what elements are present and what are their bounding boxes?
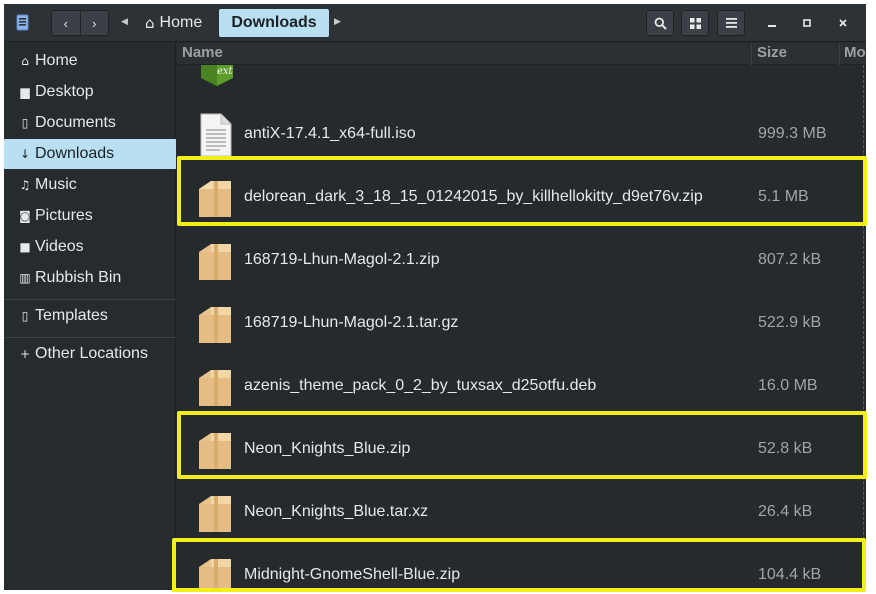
video-icon: ■ xyxy=(19,240,31,254)
archive-box-icon xyxy=(199,370,231,406)
archive-box-icon xyxy=(199,559,231,590)
minimize-button[interactable] xyxy=(758,10,786,36)
column-divider xyxy=(839,43,840,65)
file-name: Neon_Knights_Blue.zip xyxy=(244,439,411,457)
sidebar-item-label: Videos xyxy=(35,238,84,255)
triangle-right-icon[interactable]: ▶ xyxy=(334,16,341,27)
app-icon xyxy=(16,14,29,31)
header-bar: ‹ › ◀ ⌂ Home Downloads ▶ xyxy=(4,4,866,42)
breadcrumb-home-label: Home xyxy=(159,14,203,31)
file-row[interactable]: Neon_Knights_Blue.zip 52.8 kB xyxy=(177,417,866,480)
file-name: Neon_Knights_Blue.tar.xz xyxy=(244,502,429,520)
sidebar-item-home[interactable]: ⌂ Home xyxy=(4,46,176,76)
file-name: antiX-17.4.1_x64-full.iso xyxy=(244,124,416,142)
folder-icon: ▆ xyxy=(20,85,30,99)
breadcrumb-current[interactable]: Downloads xyxy=(219,9,329,37)
file-row[interactable]: delorean_dark_3_18_15_01242015_by_killhe… xyxy=(177,165,866,228)
file-size: 16.0 MB xyxy=(758,376,818,394)
camera-icon: ◙ xyxy=(19,209,31,223)
sidebar-item-label: Home xyxy=(35,52,78,69)
home-icon: ⌂ xyxy=(145,14,155,32)
column-modified[interactable]: Mo xyxy=(844,44,866,61)
triangle-left-icon[interactable]: ◀ xyxy=(121,16,128,27)
sidebar-divider xyxy=(4,299,176,300)
file-manager-window: ‹ › ◀ ⌂ Home Downloads ▶ ⌂ Home ▆ Deskto… xyxy=(4,4,866,590)
sidebar-item-label: Music xyxy=(35,176,77,193)
chevron-right-icon[interactable]: › xyxy=(81,11,109,35)
sidebar-item-label: Templates xyxy=(35,307,108,324)
close-icon xyxy=(839,19,847,27)
archive-box-icon xyxy=(199,181,231,217)
sidebar-item-music[interactable]: ♫ Music xyxy=(4,170,176,200)
maximize-icon xyxy=(803,19,811,27)
file-name: azenis_theme_pack_0_2_by_tuxsax_d25otfu.… xyxy=(244,376,597,394)
file-name: delorean_dark_3_18_15_01242015_by_killhe… xyxy=(244,187,703,205)
grid-view-icon xyxy=(689,17,701,29)
svg-text:ext: ext xyxy=(217,66,234,77)
maximize-button[interactable] xyxy=(793,10,821,36)
search-icon xyxy=(654,17,667,30)
file-size: 999.3 MB xyxy=(758,124,827,142)
sidebar-item-desktop[interactable]: ▆ Desktop xyxy=(4,77,176,107)
breadcrumb-home[interactable]: ⌂ Home xyxy=(139,10,208,36)
sidebar-item-other-locations[interactable]: + Other Locations xyxy=(4,339,176,369)
file-row[interactable]: antiX-17.4.1_x64-full.iso 999.3 MB xyxy=(177,102,866,165)
file-size: 807.2 kB xyxy=(758,250,822,268)
disc-image-icon xyxy=(200,113,232,157)
file-size: 26.4 kB xyxy=(758,502,813,520)
archive-box-icon xyxy=(199,307,231,343)
trash-icon: ▥ xyxy=(19,271,31,285)
sidebar-item-videos[interactable]: ■ Videos xyxy=(4,232,176,262)
file-row[interactable]: Neon_Knights_Blue.tar.xz 26.4 kB xyxy=(177,480,866,543)
sidebar-item-label: Other Locations xyxy=(35,345,148,362)
archive-box-icon xyxy=(199,244,231,280)
grid-view-button[interactable] xyxy=(681,10,709,36)
template-icon: ▯ xyxy=(21,309,29,323)
sidebar-item-downloads[interactable]: ↓ Downloads xyxy=(4,139,176,169)
sidebar-item-rubbish-bin[interactable]: ▥ Rubbish Bin xyxy=(4,263,176,293)
file-size: 522.9 kB xyxy=(758,313,822,331)
file-row[interactable]: azenis_theme_pack_0_2_by_tuxsax_d25otfu.… xyxy=(177,354,866,417)
file-name: Midnight-GnomeShell-Blue.zip xyxy=(244,565,461,583)
archive-box-icon xyxy=(199,433,231,469)
list-edge xyxy=(863,65,864,590)
menu-button[interactable] xyxy=(717,10,745,36)
file-size: 52.8 kB xyxy=(758,439,813,457)
sidebar-item-label: Pictures xyxy=(35,207,93,224)
sidebar-item-label: Documents xyxy=(35,114,116,131)
file-list: Name Size Mo ext Oracle_VM_VirtualBox_Ex… xyxy=(177,43,866,590)
archive-box-icon xyxy=(199,496,231,532)
sidebar-item-label: Downloads xyxy=(35,145,115,162)
file-row[interactable]: 168719-Lhun-Magol-2.1.tar.gz 522.9 kB xyxy=(177,291,866,354)
sidebar-item-label: Desktop xyxy=(35,83,94,100)
sidebar-item-templates[interactable]: ▯ Templates xyxy=(4,301,176,331)
music-icon: ♫ xyxy=(19,178,31,192)
column-header: Name Size Mo xyxy=(177,43,866,65)
minimize-icon xyxy=(768,25,776,27)
sidebar-divider xyxy=(4,337,176,338)
file-size: 5.1 MB xyxy=(758,187,809,205)
sidebar-item-label: Rubbish Bin xyxy=(35,269,122,286)
column-size[interactable]: Size xyxy=(757,44,787,61)
column-name[interactable]: Name xyxy=(182,44,223,61)
plus-icon: + xyxy=(19,347,31,361)
home-icon: ⌂ xyxy=(21,54,29,68)
file-size: 104.4 kB xyxy=(758,565,822,583)
file-name: 168719-Lhun-Magol-2.1.tar.gz xyxy=(244,313,459,331)
sidebar-item-pictures[interactable]: ◙ Pictures xyxy=(4,201,176,231)
close-button[interactable] xyxy=(829,10,857,36)
file-row[interactable]: Midnight-GnomeShell-Blue.zip 104.4 kB xyxy=(177,543,866,590)
chevron-left-icon[interactable]: ‹ xyxy=(52,11,81,35)
column-divider xyxy=(751,43,752,65)
download-icon: ↓ xyxy=(19,147,31,161)
sidebar-item-documents[interactable]: ▯ Documents xyxy=(4,108,176,138)
file-name: 168719-Lhun-Magol-2.1.zip xyxy=(244,250,440,268)
document-icon: ▯ xyxy=(21,116,29,130)
search-button[interactable] xyxy=(646,10,674,36)
hamburger-menu-icon xyxy=(725,18,737,28)
file-row[interactable]: 168719-Lhun-Magol-2.1.zip 807.2 kB xyxy=(177,228,866,291)
sidebar: ⌂ Home ▆ Desktop ▯ Documents ↓ Downloads… xyxy=(4,43,176,590)
breadcrumb-current-label: Downloads xyxy=(231,14,317,31)
navigation-buttons: ‹ › xyxy=(51,10,109,36)
